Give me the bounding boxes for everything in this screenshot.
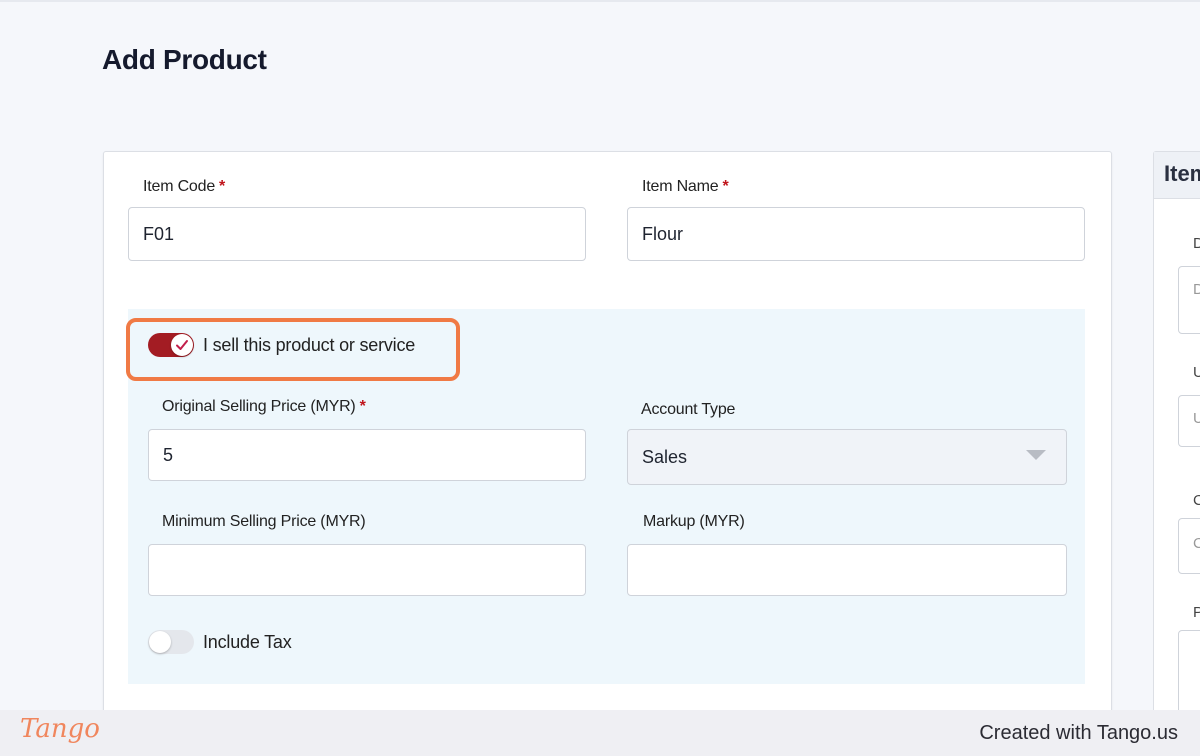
account-type-value: Sales <box>642 446 688 467</box>
dropdown-caret-icon <box>1026 450 1046 460</box>
item-name-input[interactable]: Flour <box>627 207 1085 261</box>
minimum-price-input[interactable] <box>148 544 586 596</box>
toggle-knob <box>149 631 171 653</box>
tutorial-highlight-box <box>126 318 460 381</box>
item-code-label: Item Code * <box>143 178 225 196</box>
account-type-select[interactable]: Sales <box>627 429 1067 485</box>
side-field-label: U <box>1193 364 1200 381</box>
created-with-text[interactable]: Created with Tango.us <box>979 722 1178 745</box>
side-field-input[interactable]: C <box>1178 518 1200 574</box>
side-field-placeholder: C <box>1193 535 1200 552</box>
original-price-value: 5 <box>163 444 174 465</box>
item-side-panel: Item D D U U C C P <box>1153 151 1200 753</box>
original-price-label: Original Selling Price (MYR) * <box>162 398 366 416</box>
original-price-label-text: Original Selling Price (MYR) <box>162 398 356 415</box>
product-form-card: Item Code * F01 Item Name * Flour I sell t… <box>103 151 1112 733</box>
minimum-price-label: Minimum Selling Price (MYR) <box>162 513 366 530</box>
tango-footer: Tango Created with Tango.us <box>0 710 1200 756</box>
markup-input[interactable] <box>627 544 1067 596</box>
item-code-value: F01 <box>143 223 175 244</box>
side-field-label: P <box>1193 604 1200 621</box>
include-tax-label: Include Tax <box>203 632 292 652</box>
side-panel-title: Item <box>1154 152 1200 199</box>
item-name-value: Flour <box>642 223 684 244</box>
required-mark: * <box>359 398 366 415</box>
side-field-label: D <box>1193 235 1200 252</box>
side-field-placeholder: D <box>1193 281 1200 298</box>
original-price-input[interactable]: 5 <box>148 429 586 481</box>
side-field-input[interactable]: U <box>1178 395 1200 447</box>
item-code-label-text: Item Code <box>143 178 216 195</box>
item-name-label: Item Name * <box>642 178 729 196</box>
side-field-input[interactable] <box>1178 630 1200 720</box>
required-mark: * <box>722 178 729 195</box>
page-title: Add Product <box>102 44 267 75</box>
side-field-placeholder: U <box>1193 410 1200 427</box>
side-field-input[interactable]: D <box>1178 266 1200 334</box>
tango-logo[interactable]: Tango <box>20 714 100 744</box>
required-mark: * <box>219 178 226 195</box>
side-field-label: C <box>1193 492 1200 509</box>
markup-label: Markup (MYR) <box>643 513 745 530</box>
account-type-label: Account Type <box>641 401 736 418</box>
item-code-input[interactable]: F01 <box>128 207 586 261</box>
include-tax-toggle[interactable] <box>148 630 194 654</box>
item-name-label-text: Item Name <box>642 178 719 195</box>
window-top-border <box>0 0 1200 2</box>
